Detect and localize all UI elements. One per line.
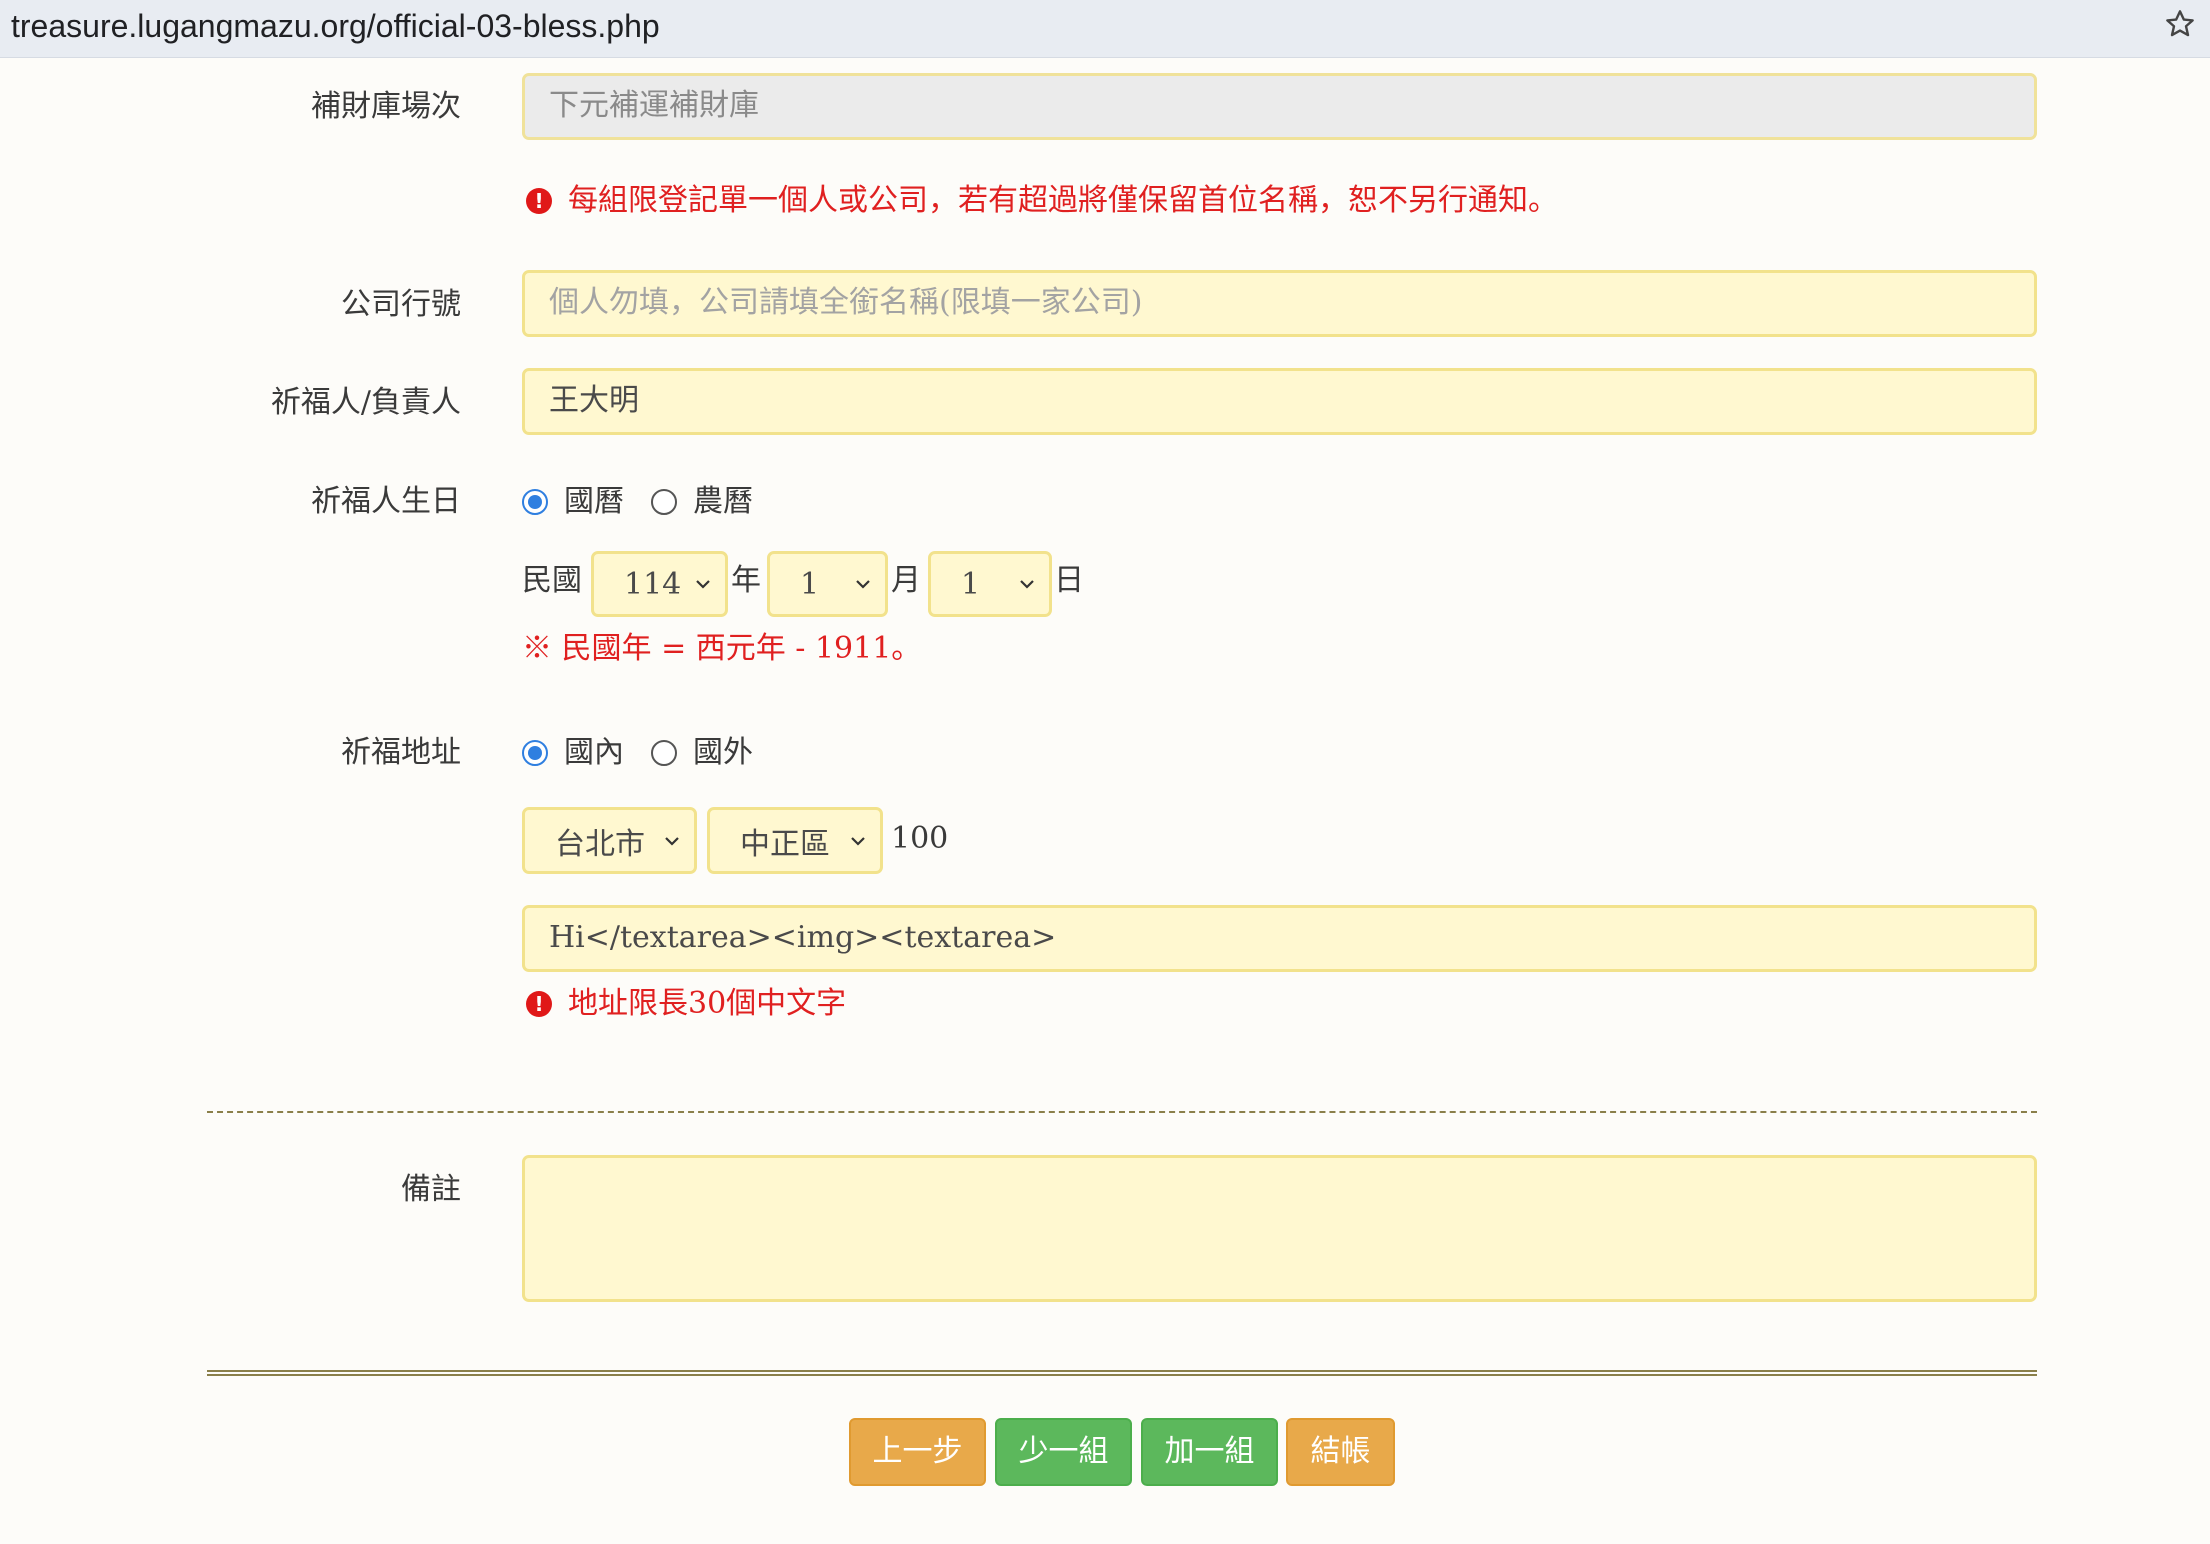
roc-prefix: 民國 xyxy=(522,563,582,598)
section-divider xyxy=(207,1111,2037,1113)
session-label: 補財庫場次 xyxy=(311,89,461,124)
calendar-solar-label: 國曆 xyxy=(564,484,624,519)
roc-year-note: ※ 民國年 = 西元年 - 1911。 xyxy=(522,631,922,666)
group-limit-notice: ! 每組限登記單一個人或公司，若有超過將僅保留首位名稱，恕不另行通知。 xyxy=(526,181,1558,221)
address-length-error: ! 地址限長30個中文字 xyxy=(526,984,846,1024)
day-unit: 日 xyxy=(1054,563,1084,598)
region-overseas-label: 國外 xyxy=(693,735,753,770)
street-address-input[interactable]: Hi</textarea><img><textarea> xyxy=(522,905,2037,972)
city-value: 台北市 xyxy=(555,826,645,862)
year-value: 114 xyxy=(624,566,682,602)
group-limit-notice-text: 每組限登記單一個人或公司，若有超過將僅保留首位名稱，恕不另行通知。 xyxy=(568,183,1558,218)
remarks-label: 備註 xyxy=(401,1172,461,1207)
day-select[interactable]: 1 xyxy=(928,551,1052,617)
region-radio-domestic[interactable]: 國內 xyxy=(522,733,624,773)
url-text[interactable]: treasure.lugangmazu.org/official-03-bles… xyxy=(11,6,660,46)
calendar-lunar-label: 農曆 xyxy=(693,484,753,519)
year-select[interactable]: 114 xyxy=(591,551,728,617)
radio-selected-icon[interactable] xyxy=(522,489,548,515)
district-select[interactable]: 中正區 xyxy=(707,807,883,874)
calendar-radio-solar[interactable]: 國曆 xyxy=(522,482,624,522)
checkout-button[interactable]: 結帳 xyxy=(1286,1418,1395,1486)
session-field: 下元補運補財庫 xyxy=(522,73,2037,140)
city-select[interactable]: 台北市 xyxy=(522,807,697,874)
blesser-label: 祈福人/負責人 xyxy=(270,385,461,420)
region-domestic-label: 國內 xyxy=(564,735,624,770)
address-label: 祈福地址 xyxy=(341,735,461,770)
alert-icon: ! xyxy=(526,188,552,214)
add-group-button[interactable]: 加一組 xyxy=(1141,1418,1278,1486)
month-value: 1 xyxy=(800,566,820,602)
chevron-down-icon xyxy=(856,580,870,589)
remarks-textarea[interactable] xyxy=(522,1155,2037,1302)
footer-divider xyxy=(207,1370,2037,1376)
radio-unselected-icon[interactable] xyxy=(651,489,677,515)
month-unit: 月 xyxy=(891,563,921,598)
company-input[interactable]: 個人勿填，公司請填全銜名稱(限填一家公司) xyxy=(522,270,2037,337)
year-unit: 年 xyxy=(731,563,761,598)
address-length-error-text: 地址限長30個中文字 xyxy=(568,986,847,1021)
chevron-down-icon xyxy=(696,580,710,589)
bookmark-star-icon[interactable] xyxy=(2160,4,2200,44)
chevron-down-icon xyxy=(1020,580,1034,589)
alert-icon: ! xyxy=(526,991,552,1017)
district-value: 中正區 xyxy=(740,826,830,862)
calendar-radio-lunar[interactable]: 農曆 xyxy=(651,482,753,522)
region-radio-overseas[interactable]: 國外 xyxy=(651,733,753,773)
prev-step-button[interactable]: 上一步 xyxy=(849,1418,986,1486)
company-label: 公司行號 xyxy=(341,287,461,322)
day-value: 1 xyxy=(961,566,981,602)
radio-unselected-icon[interactable] xyxy=(651,740,677,766)
chevron-down-icon xyxy=(665,836,679,846)
zipcode: 100 xyxy=(891,821,949,856)
birthday-label: 祈福人生日 xyxy=(311,484,461,519)
chevron-down-icon xyxy=(851,836,865,846)
remove-group-button[interactable]: 少一組 xyxy=(995,1418,1132,1486)
radio-selected-icon[interactable] xyxy=(522,740,548,766)
blesser-input[interactable]: 王大明 xyxy=(522,368,2037,435)
month-select[interactable]: 1 xyxy=(767,551,888,617)
